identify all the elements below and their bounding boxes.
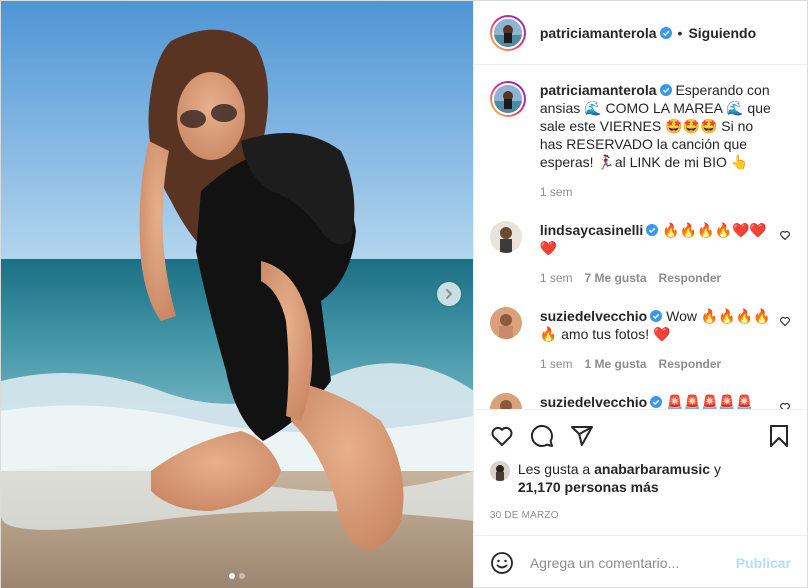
post-details-panel: patriciamanterola • Siguiendo patriciama… [472, 1, 807, 588]
verified-badge-icon [646, 224, 659, 236]
post-header: patriciamanterola • Siguiendo [473, 1, 807, 65]
comment-meta: 1 sem 7 Me gusta Responder [540, 271, 791, 285]
comment-time[interactable]: 1 sem [540, 271, 573, 285]
likes-text: Les gusta a anabarbaramusic y 21,170 per… [518, 460, 721, 496]
caption-avatar[interactable] [489, 81, 526, 117]
small-heart-icon[interactable] [779, 229, 791, 241]
small-heart-icon[interactable] [779, 315, 791, 327]
carousel-dot-active [228, 573, 235, 579]
comments-list[interactable]: patriciamanterola Esperando con ansias 🌊… [474, 65, 807, 409]
like-button[interactable] [490, 416, 530, 456]
comment-username[interactable]: suziedelvecchio [540, 394, 647, 409]
likes-prefix: Les gusta a [517, 461, 591, 477]
emoji-icon[interactable] [490, 551, 514, 575]
instagram-post: patriciamanterola • Siguiendo patriciama… [0, 0, 808, 588]
caption-time[interactable]: 1 sem [540, 185, 573, 199]
author-username[interactable]: patriciamanterola [540, 25, 657, 41]
verified-badge-icon [659, 84, 672, 96]
reply-button[interactable]: Responder [659, 357, 722, 371]
share-button[interactable] [570, 416, 610, 456]
avatar-image [493, 85, 522, 113]
comment-input[interactable] [529, 554, 736, 571]
comment-button[interactable] [530, 416, 570, 456]
comment-item: suziedelvecchio Wow 🔥🔥🔥🔥🔥 amo tus fotos!… [489, 307, 791, 343]
chevron-right-icon [445, 289, 452, 299]
author-avatar[interactable] [489, 14, 526, 51]
caption-meta: 1 sem [540, 185, 791, 199]
commenter-avatar[interactable] [489, 393, 522, 409]
liker-username[interactable]: anabarbaramusic [594, 461, 710, 477]
comment-meta: 1 sem 1 Me gusta Responder [540, 357, 791, 371]
comment-body: suziedelvecchio 🚨🚨🚨🚨🚨 [540, 393, 772, 409]
caption-text-block: patriciamanterola Esperando con ansias 🌊… [540, 81, 777, 171]
comment-text: 🚨🚨🚨🚨🚨 [666, 394, 754, 409]
small-heart-icon[interactable] [779, 401, 791, 409]
avatar-image [493, 18, 522, 47]
likes-summary: Les gusta a anabarbaramusic y 21,170 per… [489, 460, 791, 496]
carousel-dot [238, 573, 245, 579]
heart-icon [491, 426, 513, 446]
following-button[interactable]: Siguiendo [688, 25, 756, 41]
comment-icon [530, 424, 553, 447]
comment-username[interactable]: lindsaycasinelli [540, 222, 644, 238]
reply-button[interactable]: Responder [659, 271, 722, 285]
comment-item: lindsaycasinelli 🔥🔥🔥🔥❤️❤️❤️ [489, 221, 791, 257]
verified-badge-icon [659, 26, 672, 39]
caption: patriciamanterola Esperando con ansias 🌊… [489, 81, 791, 171]
comment-likes[interactable]: 1 Me gusta [585, 357, 647, 371]
carousel-indicator [228, 573, 245, 579]
post-actions: Les gusta a anabarbaramusic y 21,170 per… [473, 409, 807, 521]
verified-badge-icon [650, 310, 663, 322]
add-comment-bar: Publicar [473, 535, 807, 588]
commenter-avatar[interactable] [489, 221, 522, 253]
post-image[interactable] [1, 1, 473, 588]
comment-time[interactable]: 1 sem [540, 357, 573, 371]
likes-conj: y [713, 461, 721, 477]
comment-body: lindsaycasinelli 🔥🔥🔥🔥❤️❤️❤️ [540, 221, 772, 257]
share-icon [570, 426, 593, 446]
caption-username[interactable]: patriciamanterola [540, 82, 657, 98]
liker-avatar[interactable] [489, 461, 510, 481]
post-date[interactable]: 30 DE MARZO [490, 510, 791, 521]
comment-item: suziedelvecchio 🚨🚨🚨🚨🚨 [489, 393, 791, 409]
comment-body: suziedelvecchio Wow 🔥🔥🔥🔥🔥 amo tus fotos!… [540, 307, 772, 343]
carousel-next-button[interactable] [436, 282, 461, 306]
comment-likes[interactable]: 7 Me gusta [585, 271, 647, 285]
likes-others[interactable]: 21,170 personas más [518, 479, 659, 495]
verified-badge-icon [650, 396, 663, 408]
dot-separator: • [677, 24, 683, 41]
comment-username[interactable]: suziedelvecchio [540, 308, 647, 324]
publish-button[interactable]: Publicar [736, 555, 791, 571]
commenter-avatar[interactable] [489, 307, 522, 339]
save-button[interactable] [751, 416, 791, 456]
beach-photo [1, 1, 473, 588]
bookmark-icon [770, 425, 788, 447]
action-icons [490, 416, 791, 456]
